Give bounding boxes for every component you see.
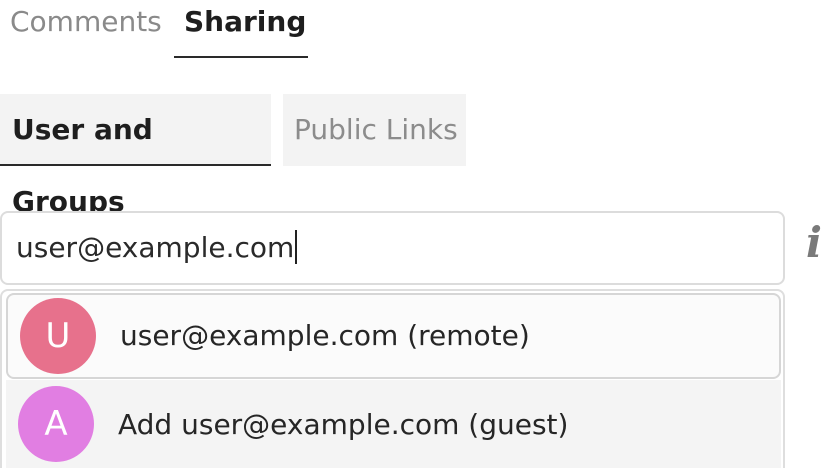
subtab-users-and-groups[interactable]: User and Groups bbox=[0, 94, 271, 218]
active-tab-indicator bbox=[174, 56, 308, 58]
suggestion-label: user@example.com (remote) bbox=[120, 319, 530, 352]
subtab-public-links[interactable]: Public Links bbox=[283, 94, 466, 166]
share-with-input[interactable]: user@example.com bbox=[0, 211, 785, 285]
text-cursor bbox=[295, 230, 298, 264]
share-input-value: user@example.com bbox=[16, 231, 295, 264]
suggestion-add-guest[interactable]: A Add user@example.com (guest) bbox=[6, 380, 781, 468]
tab-sharing[interactable]: Sharing bbox=[184, 4, 306, 40]
sharing-panel: Comments Sharing User and Groups Public … bbox=[0, 0, 821, 468]
avatar: U bbox=[20, 298, 96, 374]
info-icon[interactable]: i bbox=[806, 218, 821, 268]
suggestion-label: Add user@example.com (guest) bbox=[118, 408, 569, 441]
avatar: A bbox=[18, 386, 94, 462]
autocomplete-dropdown: U user@example.com (remote) A Add user@e… bbox=[0, 289, 785, 468]
tab-comments[interactable]: Comments bbox=[10, 4, 162, 40]
suggestion-remote-user[interactable]: U user@example.com (remote) bbox=[6, 293, 781, 379]
